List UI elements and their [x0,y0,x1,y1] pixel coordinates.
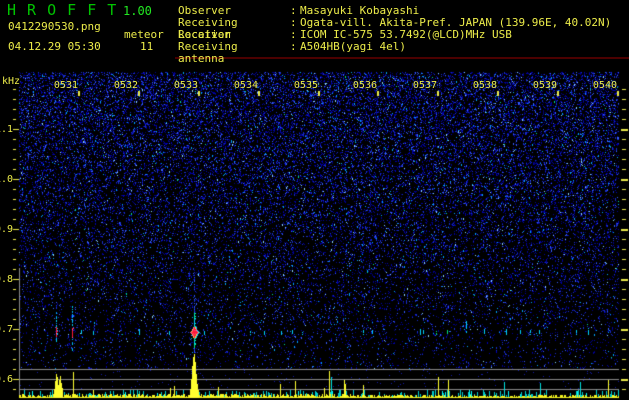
meteor-count: 11 [140,40,154,53]
app-version: 1.00 [123,4,152,18]
time-label-0538: 0538 [472,80,497,91]
freq-axis-unit: kHz [2,76,21,87]
info-row-antenna: Receiving antenna : A504HB(yagi 4el) [178,40,406,65]
antenna-value: A504HB(yagi 4el) [300,40,406,53]
hrofft-screen: H R O F F T 1.00 0412290530.png meteor 0… [0,0,629,400]
time-label-0534: 0534 [233,80,258,91]
time-label-0537: 0537 [412,80,437,91]
time-label-0539: 0539 [532,80,557,91]
freq-label-0-8: 0.8 [0,274,13,285]
spectrogram-canvas [0,0,629,400]
time-label-0531: 0531 [53,80,78,91]
time-label-0533: 0533 [173,80,198,91]
time-label-0535: 0535 [293,80,318,91]
observation-datetime: 04.12.29 05:30 [8,40,101,53]
time-label-0540: 0540 [592,80,617,91]
freq-label-0-9: 0.9 [0,224,13,235]
freq-label-0-7: 0.7 [0,324,13,335]
time-label-0532: 0532 [113,80,138,91]
station-info-block: Observer : Masayuki Kobayashi Receiving … [178,5,611,65]
app-title: H R O F F T [7,1,118,19]
freq-label-0-6: 0.6 [0,374,13,385]
header-divider [175,57,629,59]
output-filename: 0412290530.png [8,20,101,33]
antenna-label: Receiving antenna [178,40,238,65]
meteor-mode-label: meteor [124,28,164,41]
freq-label-1-1: 1.1 [0,124,13,135]
time-label-0536: 0536 [352,80,377,91]
freq-label-1-0: 1.0 [0,174,13,185]
